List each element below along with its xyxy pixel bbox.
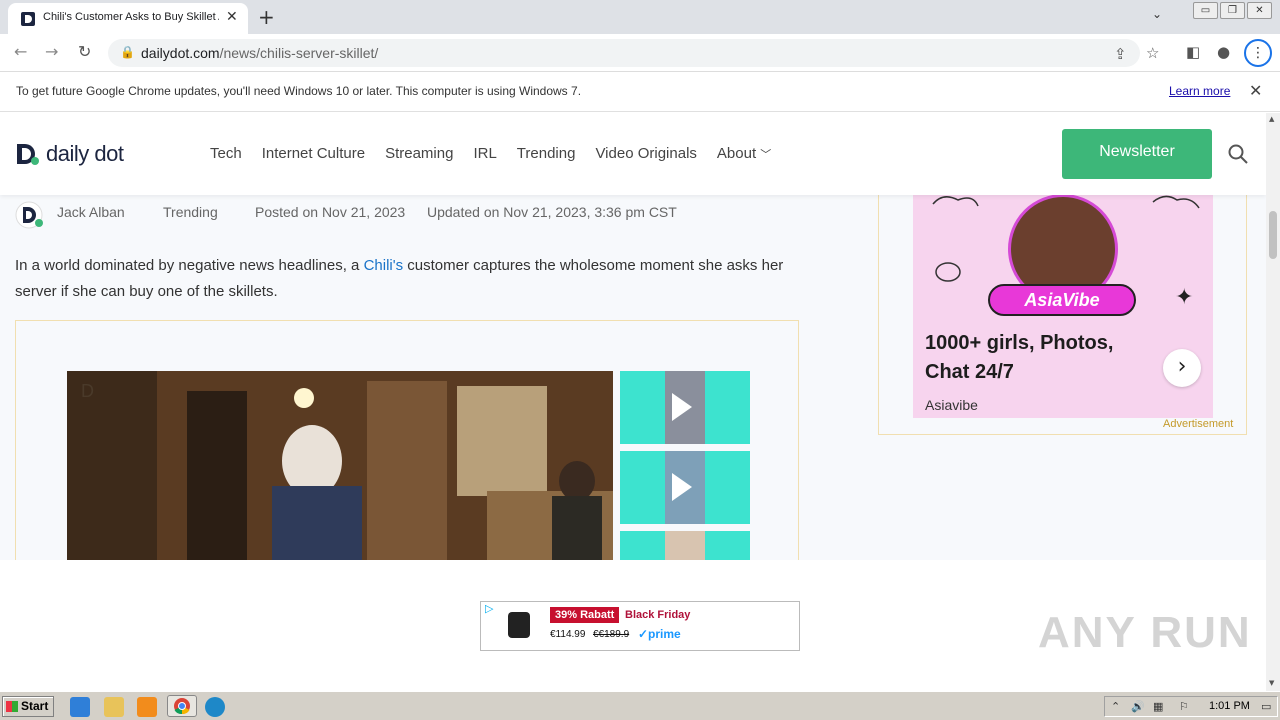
reload-icon[interactable]: ↻ [78,42,91,61]
update-infobar: To get future Google Chrome updates, you… [0,72,1280,112]
nav-tech[interactable]: Tech [210,145,242,162]
clock[interactable]: 1:01 PM [1209,700,1250,712]
article-category[interactable]: Trending [163,204,218,220]
chevron-right-icon[interactable]: › [1163,349,1201,387]
nav-irl[interactable]: IRL [473,145,496,162]
tab-close-icon[interactable]: ✕ [226,9,238,25]
scroll-thumb[interactable] [1269,211,1277,259]
system-tray: ⌃ 🔊 ▦ ⚐ 1:01 PM ▭ [1104,696,1278,717]
chilis-link[interactable]: Chili's [364,257,404,274]
video-frame-image: D [67,371,613,571]
ad-old-price: €€189.9 [593,629,630,640]
internet-explorer-icon[interactable] [70,697,90,717]
newsletter-button[interactable]: Newsletter [1062,129,1212,179]
bookmark-star-icon[interactable]: ☆ [1146,44,1159,62]
nav-streaming[interactable]: Streaming [385,145,453,162]
main-nav: Tech Internet Culture Streaming IRL Tren… [210,145,791,162]
updated-date: Updated on Nov 21, 2023, 3:36 pm CST [427,204,677,220]
video-thumbnail[interactable] [620,371,750,444]
volume-icon[interactable]: 🔊 [1131,700,1145,713]
ad-headline: 1000+ girls, Photos, Chat 24/7 [925,332,1114,383]
learn-more-link[interactable]: Learn more [1169,84,1230,98]
chrome-taskbar-button[interactable] [167,695,197,717]
web-page: daily dot Tech Internet Culture Streamin… [0,113,1266,691]
nav-trending[interactable]: Trending [517,145,576,162]
chrome-icon [174,698,190,715]
minimize-button[interactable]: ▭ [1193,2,1218,19]
author-avatar[interactable] [15,201,45,229]
discount-badge: 39% Rabatt [550,607,620,623]
ad-brand-logo: AsiaVibe [988,284,1136,316]
play-icon [672,393,692,421]
site-header: daily dot Tech Internet Culture Streamin… [0,113,1266,195]
edge-icon[interactable] [205,697,225,717]
search-icon[interactable] [1227,143,1249,165]
browser-toolbar: ← → ↻ 🔒 dailydot.com/news/chilis-server-… [0,34,1280,72]
new-tab-button[interactable]: + [258,5,275,29]
show-desktop-icon[interactable]: ▭ [1261,700,1271,713]
window-controls: ▭ ❐ ✕ [1191,2,1272,19]
infobar-message: To get future Google Chrome updates, you… [16,84,582,98]
profile-icon[interactable]: ● [1217,43,1230,61]
chrome-menu-icon[interactable]: ⋮ [1244,39,1272,67]
scroll-up-icon[interactable]: ▲ [1269,115,1274,123]
air-fryer-image [508,612,530,638]
advertisement-label: Advertisement [1163,418,1234,430]
action-center-flag-icon[interactable]: ⚐ [1179,700,1189,713]
restore-button[interactable]: ❐ [1220,2,1245,19]
article-byline: Jack Alban Trending Posted on Nov 21, 20… [15,201,835,229]
scroll-down-icon[interactable]: ▼ [1269,679,1274,687]
nav-internet-culture[interactable]: Internet Culture [262,145,365,162]
media-player-icon[interactable] [137,697,157,717]
tray-expand-icon[interactable]: ⌃ [1111,700,1120,713]
network-icon[interactable]: ▦ [1153,700,1163,713]
ad-advertiser-name: Asiavibe [925,397,978,413]
black-friday-label: Black Friday [625,609,691,621]
ad-price: €114.99 [550,629,586,640]
bottom-banner-ad[interactable]: ▷ 39% Rabatt Black Friday €114.99 €€189.… [480,601,800,651]
browser-tab[interactable]: Chili's Customer Asks to Buy Skillet A ✕ [8,3,248,34]
adchoices-icon[interactable]: ▷ [485,602,493,615]
svg-text:✦: ✦ [1175,285,1193,310]
video-player-container: D [15,320,799,604]
back-icon[interactable]: ← [14,42,27,61]
share-icon[interactable]: ⇪ [1114,45,1127,63]
prime-logo: ✓prime [638,627,681,641]
forward-icon[interactable]: → [45,42,58,61]
dailydot-logo-icon [17,144,39,165]
nav-about[interactable]: About ﹀ [717,145,771,162]
chevron-down-icon: ﹀ [760,149,772,161]
close-window-button[interactable]: ✕ [1247,2,1272,19]
address-bar[interactable]: 🔒 dailydot.com/news/chilis-server-skille… [108,39,1159,67]
svg-text:D: D [81,381,94,401]
dailydot-favicon-icon [21,12,35,26]
sidebar-ad[interactable]: ✦ AsiaVibe 1000+ girls, Photos, Chat 24/… [913,194,1213,418]
article-intro: In a world dominated by negative news he… [15,257,784,300]
start-button[interactable]: Start [2,696,54,717]
lock-icon[interactable]: 🔒 [120,45,135,59]
video-thumbnail[interactable] [620,451,750,524]
sidebar-ad-container: ✦ AsiaVibe 1000+ girls, Photos, Chat 24/… [878,173,1247,435]
windows-taskbar: Start ⌃ 🔊 ▦ ⚐ 1:01 PM ▭ [0,691,1280,720]
nav-video-originals[interactable]: Video Originals [595,145,696,162]
close-infobar-icon[interactable]: ✕ [1249,81,1262,100]
anyrun-watermark: ANY RUN [1038,608,1252,657]
vertical-scrollbar[interactable]: ▲ ▼ [1266,113,1280,691]
author-name[interactable]: Jack Alban [57,204,125,220]
tab-strip: Chili's Customer Asks to Buy Skillet A ✕… [0,0,1280,34]
play-icon [672,473,692,501]
windows-logo-icon [6,701,18,712]
url-text[interactable]: dailydot.com/news/chilis-server-skillet/ [141,45,378,61]
side-panel-icon[interactable]: ◧ [1186,43,1200,61]
site-logo[interactable]: daily dot [15,141,124,167]
video-player[interactable]: D [67,371,613,571]
tab-search-chevron-icon[interactable]: ⌄ [1152,7,1162,21]
logo-text: daily dot [46,141,124,166]
file-explorer-icon[interactable] [104,697,124,717]
posted-date: Posted on Nov 21, 2023 [255,204,406,220]
tab-title: Chili's Customer Asks to Buy Skillet A [43,11,219,23]
